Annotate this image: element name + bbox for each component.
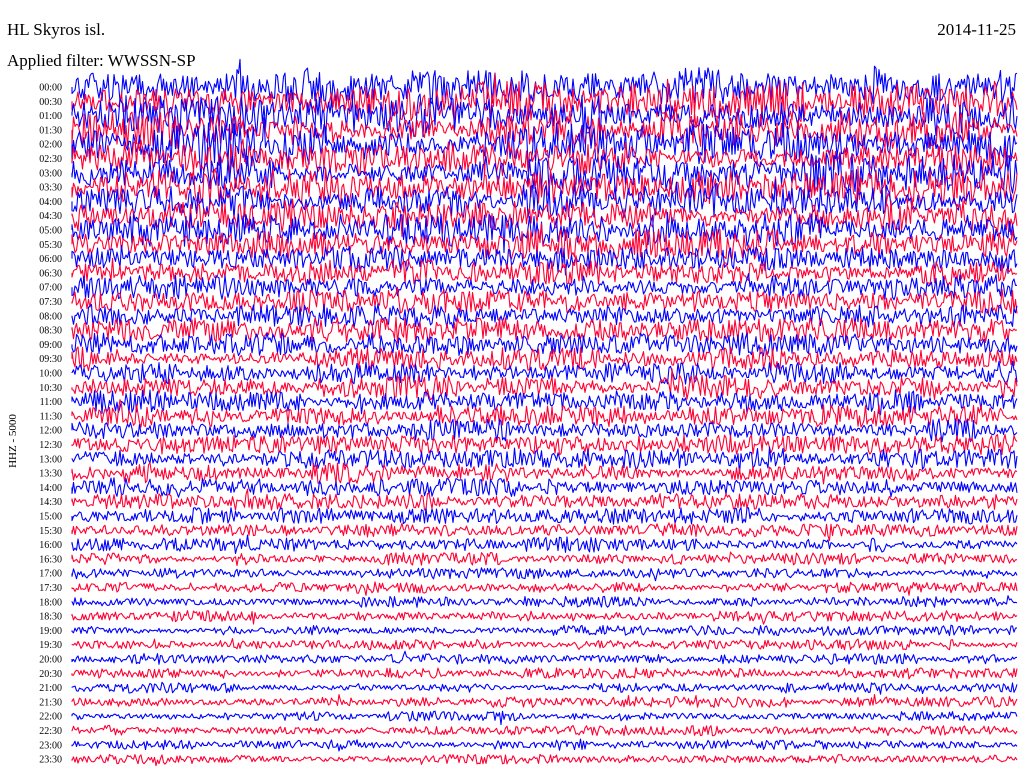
time-label-0030: 00:30: [39, 97, 62, 108]
time-label-0730: 07:30: [39, 297, 62, 308]
trace-line-2200: [71, 710, 1018, 726]
trace-line-1700: [71, 567, 1018, 582]
filter-line: Applied filter: WWSSN-SP: [7, 51, 196, 71]
trace-line-2230: [71, 724, 1018, 737]
time-label-0330: 03:30: [39, 183, 62, 194]
time-label-1700: 17:00: [39, 569, 62, 580]
time-label-0630: 06:30: [39, 268, 62, 279]
time-label-1230: 12:30: [39, 440, 62, 451]
time-label-0600: 06:00: [39, 254, 62, 265]
time-label-0530: 05:30: [39, 240, 62, 251]
time-label-0930: 09:30: [39, 354, 62, 365]
time-label-2100: 21:00: [39, 683, 62, 694]
channel-label: HHZ - 5000: [3, 414, 23, 468]
time-label-1530: 15:30: [39, 526, 62, 537]
time-label-group: 00:00 00:30 01:00 01:30 02:00 02:30 03:00 03:30…: [39, 83, 62, 766]
time-label-2330: 23:30: [39, 755, 62, 766]
trace-group: [71, 58, 1018, 767]
trace-line-1330: [71, 462, 1018, 485]
time-label-0300: 03:00: [39, 168, 62, 179]
time-label-1400: 14:00: [39, 483, 62, 494]
time-label-1630: 16:30: [39, 554, 62, 565]
time-label-1130: 11:30: [40, 411, 62, 422]
trace-line-0200: [71, 116, 1018, 178]
time-label-0200: 02:00: [39, 140, 62, 151]
trace-line-1130: [71, 399, 1018, 428]
trace-line-1830: [71, 610, 1018, 625]
time-label-0500: 05:00: [39, 226, 62, 237]
time-label-2000: 20:00: [39, 655, 62, 666]
trace-line-1630: [71, 551, 1018, 567]
time-label-1600: 16:00: [39, 540, 62, 551]
trace-line-2330: [71, 753, 1018, 767]
time-label-0900: 09:00: [39, 340, 62, 351]
trace-line-1500: [71, 507, 1018, 525]
date-label: 2014-11-25: [937, 20, 1016, 39]
time-label-0700: 07:00: [39, 283, 62, 294]
time-label-2200: 22:00: [39, 712, 62, 723]
time-label-1430: 14:30: [39, 497, 62, 508]
time-label-1830: 18:30: [39, 612, 62, 623]
trace-line-1800: [71, 595, 1018, 608]
time-label-2130: 21:30: [39, 697, 62, 708]
trace-line-1600: [71, 534, 1018, 555]
helicorder-plot: 00:00 00:30 01:00 01:30 02:00 02:30 03:00 03:30…: [39, 58, 1018, 767]
trace-line-2300: [71, 738, 1018, 752]
time-label-1100: 11:00: [40, 397, 62, 408]
trace-line-1530: [71, 522, 1018, 541]
time-label-0830: 08:30: [39, 326, 62, 337]
time-label-2230: 22:30: [39, 726, 62, 737]
time-label-1930: 19:30: [39, 640, 62, 651]
time-label-0130: 01:30: [39, 125, 62, 136]
time-label-0430: 04:30: [39, 211, 62, 222]
time-label-2300: 23:00: [39, 740, 62, 751]
time-label-1330: 13:30: [39, 469, 62, 480]
trace-line-1430: [71, 488, 1018, 511]
time-label-0800: 08:00: [39, 311, 62, 322]
trace-line-2130: [71, 694, 1018, 708]
filter-prefix: Applied filter:: [7, 51, 108, 70]
trace-line-1230: [71, 433, 1018, 456]
trace-line-1930: [71, 638, 1018, 651]
time-label-1800: 18:00: [39, 597, 62, 608]
trace-line-2030: [71, 667, 1018, 680]
trace-line-1900: [71, 624, 1018, 637]
seismogram-frame: HL Skyros isl. 2014-11-25 Applied filter…: [0, 0, 1024, 780]
time-label-0100: 01:00: [39, 111, 62, 122]
time-label-1500: 15:00: [39, 512, 62, 523]
time-label-1900: 19:00: [39, 626, 62, 637]
time-label-1200: 12:00: [39, 426, 62, 437]
trace-line-1100: [71, 389, 1018, 416]
trace-line-1400: [71, 477, 1018, 498]
trace-line-2000: [71, 650, 1018, 665]
time-label-0230: 02:30: [39, 154, 62, 165]
trace-line-1730: [71, 581, 1018, 596]
time-label-0400: 04:00: [39, 197, 62, 208]
time-label-1300: 13:00: [39, 454, 62, 465]
time-label-1730: 17:30: [39, 583, 62, 594]
time-label-1030: 10:30: [39, 383, 62, 394]
time-label-2030: 20:30: [39, 669, 62, 680]
trace-line-0500: [71, 211, 1018, 254]
trace-line-2100: [71, 681, 1018, 695]
time-label-0000: 00:00: [39, 83, 62, 94]
time-label-1000: 10:00: [39, 369, 62, 380]
filter-name: WWSSN-SP: [107, 51, 196, 70]
channel-label-text: HHZ - 5000: [7, 414, 19, 468]
station-title: HL Skyros isl.: [7, 20, 106, 39]
